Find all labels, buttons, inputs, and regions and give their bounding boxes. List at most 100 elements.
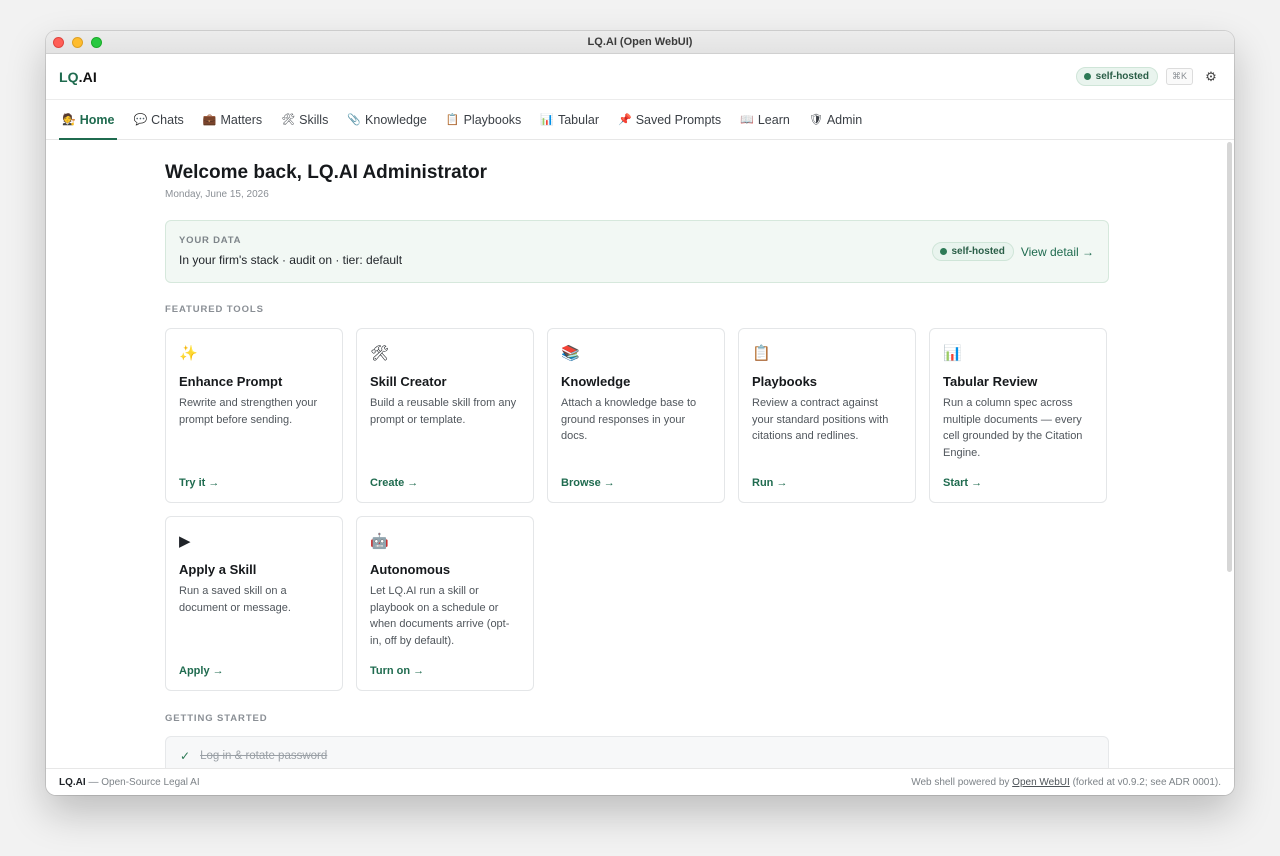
footer-left: LQ.AI — Open-Source Legal AI <box>59 777 200 788</box>
footer-brand: LQ.AI <box>59 776 86 788</box>
tab-label: Playbooks <box>463 112 522 127</box>
logo-prefix: LQ <box>59 68 79 85</box>
tool-action-link[interactable]: Create → <box>370 477 418 489</box>
open-webui-link[interactable]: Open WebUI <box>1012 777 1070 788</box>
playbooks-icon: 📋 <box>445 114 460 126</box>
tab-label: Learn <box>757 112 790 127</box>
featured-tools-heading: FEATURED TOOLS <box>165 304 264 315</box>
header-actions: self-hosted ⌘K ⚙ <box>1075 67 1221 86</box>
app-header: LQ.AI self-hosted ⌘K ⚙ <box>46 54 1234 100</box>
tool-title: Knowledge <box>561 374 631 389</box>
close-window-button[interactable] <box>53 37 64 48</box>
footer-fork-note: (forked at v0.9.2; see ADR 0001). <box>1069 776 1221 788</box>
tab-admin[interactable]: 🛡 Admin <box>806 100 865 139</box>
tool-title: Autonomous <box>370 562 451 577</box>
footer-right: Web shell powered by Open WebUI (forked … <box>911 777 1221 788</box>
tool-action-link[interactable]: Try it → <box>179 477 219 489</box>
tool-action-link[interactable]: Apply → <box>179 665 224 677</box>
main-content: Welcome back, LQ.AI Administrator Monday… <box>46 140 1234 768</box>
tab-label: Saved Prompts <box>635 112 722 127</box>
chats-icon: 💬 <box>133 114 148 126</box>
tool-card-playbooks[interactable]: 📋 Playbooks Review a contract against your… <box>738 328 916 503</box>
tab-label: Admin <box>826 112 863 127</box>
tool-title: Skill Creator <box>370 374 447 389</box>
playbooks-icon: 📋 <box>752 345 771 362</box>
app-window: LQ.AI (Open WebUI) LQ.AI self-hosted ⌘K … <box>46 31 1234 795</box>
skills-icon: 🛠 <box>281 114 296 126</box>
self-hosted-badge: self-hosted <box>931 242 1014 261</box>
scrollbar[interactable] <box>1227 142 1232 572</box>
home-icon: 🧑‍⚖️ <box>62 114 76 126</box>
tool-title: Playbooks <box>752 374 818 389</box>
tab-label: Tabular <box>557 112 599 127</box>
window-title: LQ.AI (Open WebUI) <box>587 36 693 48</box>
admin-icon: 🛡 <box>808 114 823 126</box>
getting-started-list: ✓ Log in & rotate password <box>165 736 1109 768</box>
gear-icon[interactable]: ⚙ <box>1201 69 1221 85</box>
tab-playbooks[interactable]: 📋 Playbooks <box>443 100 524 139</box>
tool-action-link[interactable]: Start → <box>943 477 982 489</box>
learn-icon: 📖 <box>740 114 754 126</box>
tool-title: Tabular Review <box>943 374 1038 389</box>
tab-matters[interactable]: 💼 Matters <box>200 100 265 139</box>
tool-description: Build a reusable skill from any prompt o… <box>370 397 517 426</box>
window-titlebar: LQ.AI (Open WebUI) <box>46 31 1234 54</box>
tool-card-autonomous[interactable]: 🤖 Autonomous Let LQ.AI run a skill or play… <box>356 516 534 691</box>
app-footer: LQ.AI — Open-Source Legal AI Web shell p… <box>46 768 1234 795</box>
tool-description: Run a column spec across multiple docume… <box>943 397 1083 459</box>
tabular-icon: 📊 <box>540 114 554 126</box>
featured-tools-grid: ✨ Enhance Prompt Rewrite and strengthen yo… <box>165 328 1109 691</box>
self-hosted-badge: self-hosted <box>1075 67 1158 86</box>
page-title: Welcome back, LQ.AI Administrator <box>165 162 488 183</box>
your-data-actions: self-hosted View detail → <box>931 242 1094 261</box>
skill-creator-icon: 🛠 <box>370 345 390 362</box>
checklist-item[interactable]: ✓ Log in & rotate password <box>165 736 1109 768</box>
autonomous-icon: 🤖 <box>370 533 389 550</box>
tab-skills[interactable]: 🛠 Skills <box>278 100 331 139</box>
footer-powered-by: Web shell powered by <box>911 776 1013 788</box>
saved-prompts-icon: 📌 <box>617 114 632 126</box>
tool-action-link[interactable]: Turn on → <box>370 665 424 677</box>
tab-home[interactable]: 🧑‍⚖️ Home <box>59 100 118 140</box>
tab-label: Skills <box>299 112 329 127</box>
checkmark-icon: ✓ <box>180 749 191 763</box>
tool-description: Rewrite and strengthen your prompt befor… <box>179 397 318 426</box>
main-nav: 🧑‍⚖️ Home 💬 Chats 💼 Matters 🛠 Skills 📎 Knowledge 📋… <box>46 100 1234 140</box>
enhance-prompt-icon: ✨ <box>179 345 198 362</box>
tab-saved-prompts[interactable]: 📌 Saved Prompts <box>615 100 724 139</box>
badge-label: self-hosted <box>1095 71 1149 82</box>
tool-card-enhance-prompt[interactable]: ✨ Enhance Prompt Rewrite and strengthen yo… <box>165 328 343 503</box>
tab-chats[interactable]: 💬 Chats <box>130 100 186 139</box>
checklist-item-label: Log in & rotate password <box>200 750 328 762</box>
tool-card-tabular-review[interactable]: 📊 Tabular Review Run a column spec across … <box>929 328 1107 503</box>
current-date: Monday, June 15, 2026 <box>165 189 269 200</box>
view-detail-link[interactable]: View detail → <box>1021 245 1094 259</box>
tool-action-link[interactable]: Run → <box>752 477 787 489</box>
tab-knowledge[interactable]: 📎 Knowledge <box>344 100 430 139</box>
tool-description: Let LQ.AI run a skill or playbook on a s… <box>370 585 510 647</box>
tool-description: Run a saved skill on a document or messa… <box>179 585 291 614</box>
maximize-window-button[interactable] <box>91 37 102 48</box>
app-logo[interactable]: LQ.AI <box>59 69 97 85</box>
content-column: Welcome back, LQ.AI Administrator Monday… <box>165 140 1109 768</box>
tool-action-link[interactable]: Browse → <box>561 477 615 489</box>
badge-label: self-hosted <box>951 246 1005 257</box>
tool-title: Apply a Skill <box>179 562 257 577</box>
tab-learn[interactable]: 📖 Learn <box>737 100 793 139</box>
tool-card-knowledge[interactable]: 📚 Knowledge Attach a knowledge base to gro… <box>547 328 725 503</box>
command-palette-shortcut[interactable]: ⌘K <box>1165 68 1193 85</box>
your-data-card: YOUR DATA In your firm's stack · audit o… <box>165 220 1109 283</box>
tool-title: Enhance Prompt <box>179 374 283 389</box>
tab-label: Matters <box>220 112 263 127</box>
window-controls <box>53 37 102 48</box>
tab-label: Home <box>79 112 115 127</box>
tabular-review-icon: 📊 <box>943 345 962 362</box>
tab-label: Knowledge <box>365 112 427 127</box>
minimize-window-button[interactable] <box>72 37 83 48</box>
tool-description: Review a contract against your standard … <box>752 397 889 442</box>
tab-tabular[interactable]: 📊 Tabular <box>537 100 602 139</box>
knowledge-icon: 📚 <box>561 345 580 362</box>
tool-card-apply-a-skill[interactable]: ▶ Apply a Skill Run a saved skill on a doc… <box>165 516 343 691</box>
knowledge-icon: 📎 <box>347 114 362 126</box>
tool-card-skill-creator[interactable]: 🛠 Skill Creator Build a reusable skill fro… <box>356 328 534 503</box>
